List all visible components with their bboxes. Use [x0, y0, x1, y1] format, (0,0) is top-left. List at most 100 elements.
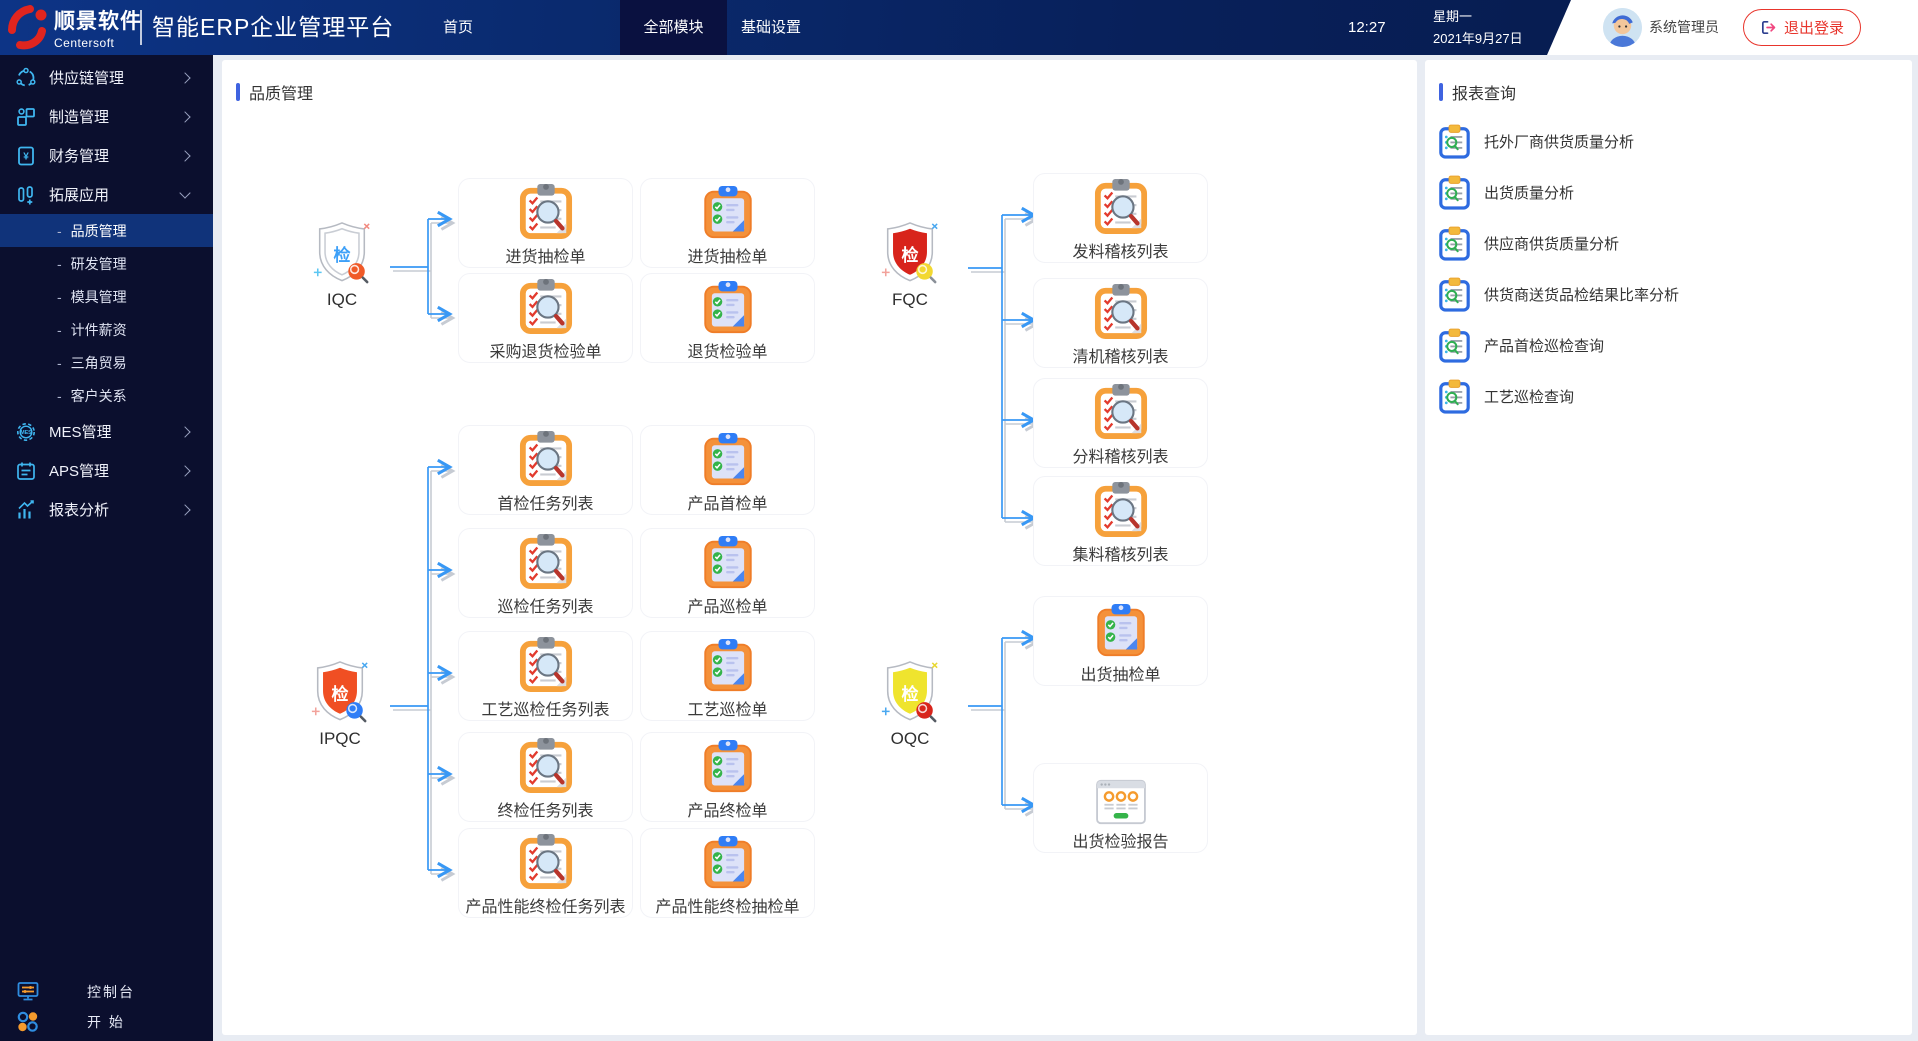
flow-node-process-patrol-task-list[interactable]: 工艺巡检任务列表: [458, 631, 633, 721]
sidebar-item-report-analysis[interactable]: 报表分析: [0, 490, 213, 529]
flow-node-shipment-inspection-report[interactable]: 出货检验报告: [1033, 763, 1208, 853]
flow-node-machine-clearing-audit-list[interactable]: 清机稽核列表: [1033, 278, 1208, 368]
flow-node-product-final-form[interactable]: 产品终检单: [640, 732, 815, 822]
report-item-outsourced-supplier-quality[interactable]: 托外厂商供货质量分析: [1425, 116, 1912, 167]
shield-label-oqc: OQC: [890, 729, 930, 748]
sidebar-item-manufacturing[interactable]: 制造管理: [0, 97, 213, 136]
sidebar-item-label: 供应链管理: [49, 70, 125, 87]
nav-basic-settings[interactable]: 基础设置: [740, 0, 802, 55]
sidebar-subitem-rnd[interactable]: - 研发管理: [0, 247, 213, 280]
flow-node-shipment-sampling-form[interactable]: 出货抽检单: [1033, 596, 1208, 686]
flow-node-label: 产品首检单: [687, 496, 768, 513]
audit-clipboard-icon: [1094, 174, 1148, 235]
flow-node-incoming-sampling-form[interactable]: 进货抽检单: [640, 178, 815, 268]
form-clipboard-icon: [703, 733, 753, 794]
flow-node-first-inspection-task-list[interactable]: 首检任务列表: [458, 425, 633, 515]
chevron-right-icon: [179, 464, 191, 477]
subitem-bullet: -: [57, 354, 62, 371]
flow-node-label: 工艺巡检任务列表: [481, 702, 610, 719]
brand-logo-icon: [8, 5, 47, 50]
sidebar-subitem-label: 模具管理: [70, 288, 127, 305]
chevron-right-icon: [179, 503, 191, 516]
reports-panel: 报表查询 托外厂商供货质量分析 出货质量分析 供应商供货质量分析 供货商送货品检…: [1425, 60, 1912, 1035]
sidebar-item-label: MES管理: [49, 424, 112, 441]
audit-clipboard-icon: [519, 829, 573, 890]
sidebar-subitem-label: 三角贸易: [70, 354, 127, 371]
flow-node-material-issue-audit-list[interactable]: 发料稽核列表: [1033, 173, 1208, 263]
flow-node-label: 分料稽核列表: [1072, 449, 1169, 466]
console-button[interactable]: 控制台: [0, 977, 213, 1007]
logout-button[interactable]: 退出登录: [1743, 9, 1862, 46]
report-item-label: 出货质量分析: [1484, 185, 1575, 202]
report-query-icon: [1439, 379, 1470, 414]
flow-node-process-patrol-form[interactable]: 工艺巡检单: [640, 631, 815, 721]
reports-section-title: 报表查询: [1425, 60, 1912, 104]
flow-node-label: 退货检验单: [687, 344, 768, 361]
clock: 12:27: [1348, 19, 1386, 36]
sidebar-subitem-crm[interactable]: - 客户关系: [0, 379, 213, 412]
sidebar-subitem-piecework[interactable]: - 计件薪资: [0, 313, 213, 346]
shield-label-iqc: IQC: [326, 290, 358, 309]
avatar-image: [1603, 8, 1642, 47]
flow-node-label: 终检任务列表: [497, 803, 594, 820]
nav-all-modules[interactable]: 全部模块: [620, 0, 727, 55]
sidebar-item-extensions[interactable]: 拓展应用: [0, 175, 213, 214]
audit-clipboard-icon: [519, 426, 573, 487]
sidebar-item-aps[interactable]: APS管理: [0, 451, 213, 490]
flow-node-performance-final-task-list[interactable]: 产品性能终检任务列表: [458, 828, 633, 918]
logout-icon: [1761, 20, 1776, 35]
flow-node-label: 产品性能终检抽检单: [655, 899, 800, 916]
flow-node-material-sorting-audit-list[interactable]: 分料稽核列表: [1033, 378, 1208, 468]
shield-ipqc: 检 IPQC: [308, 657, 372, 749]
brand-logo[interactable]: 顺景软件 Centersoft: [6, 4, 142, 50]
report-window-icon: [1095, 764, 1147, 825]
flow-node-return-inspection-form[interactable]: 退货检验单: [640, 273, 815, 363]
sidebar-item-finance[interactable]: ¥ 财务管理: [0, 136, 213, 175]
subitem-bullet: -: [57, 288, 62, 305]
sidebar-subitem-label: 研发管理: [70, 255, 127, 272]
report-item-shipment-quality[interactable]: 出货质量分析: [1425, 167, 1912, 218]
sidebar-bottom: 控制台 开 始: [0, 977, 213, 1037]
sidebar-subitem-label: 品质管理: [70, 222, 127, 239]
flow-node-patrol-inspection-task-list[interactable]: 巡检任务列表: [458, 528, 633, 618]
chevron-right-icon: [179, 110, 191, 123]
audit-clipboard-icon: [519, 529, 573, 590]
sidebar-item-label: 财务管理: [49, 148, 110, 165]
sidebar-item-mes[interactable]: MES MES管理: [0, 412, 213, 451]
chevron-right-icon: [179, 149, 191, 162]
flow-connectors: [390, 206, 1040, 882]
flow-node-label: 发料稽核列表: [1072, 244, 1169, 261]
report-item-supplier-quality[interactable]: 供应商供货质量分析: [1425, 218, 1912, 269]
start-button[interactable]: 开 始: [0, 1007, 213, 1037]
flow-node-product-first-inspection-form[interactable]: 产品首检单: [640, 425, 815, 515]
flow-node-incoming-sampling-task[interactable]: 进货抽检单: [458, 178, 633, 268]
form-clipboard-icon: [703, 179, 753, 240]
sidebar-subitem-triangle-trade[interactable]: - 三角贸易: [0, 346, 213, 379]
report-item-process-patrol-query[interactable]: 工艺巡检查询: [1425, 371, 1912, 422]
subitem-bullet: -: [57, 321, 62, 338]
avatar[interactable]: [1603, 8, 1642, 47]
report-item-first-patrol-inspection-query[interactable]: 产品首检巡检查询: [1425, 320, 1912, 371]
audit-clipboard-icon: [519, 632, 573, 693]
flow-node-material-collecting-audit-list[interactable]: 集料稽核列表: [1033, 476, 1208, 566]
audit-clipboard-icon: [519, 733, 573, 794]
top-bar: 顺景软件 Centersoft 智能ERP企业管理平台 首页 全部模块 基础设置…: [0, 0, 1918, 55]
nav-home[interactable]: 首页: [430, 0, 486, 55]
flow-node-final-inspection-task-list[interactable]: 终检任务列表: [458, 732, 633, 822]
sidebar-item-supply-chain[interactable]: 供应链管理: [0, 58, 213, 97]
shield-label-fqc: FQC: [892, 290, 928, 309]
flow-node-purchase-return-inspection-task[interactable]: 采购退货检验单: [458, 273, 633, 363]
flow-node-label: 进货抽检单: [687, 249, 768, 266]
console-icon: [15, 979, 41, 1005]
flow-node-product-patrol-form[interactable]: 产品巡检单: [640, 528, 815, 618]
flow-node-label: 集料稽核列表: [1072, 547, 1169, 564]
shield-char: 检: [331, 685, 349, 704]
flow-node-performance-final-sampling-form[interactable]: 产品性能终检抽检单: [640, 828, 815, 918]
form-clipboard-icon: [703, 274, 753, 335]
report-item-delivery-inspection-ratio[interactable]: 供货商送货品检结果比率分析: [1425, 269, 1912, 320]
sidebar-subitem-mold[interactable]: - 模具管理: [0, 280, 213, 313]
sidebar-subitem-quality[interactable]: - 品质管理: [0, 214, 213, 247]
flow-node-label: 清机稽核列表: [1072, 349, 1169, 366]
flow-node-label: 出货抽检单: [1080, 667, 1161, 684]
flow-node-label: 首检任务列表: [497, 496, 594, 513]
